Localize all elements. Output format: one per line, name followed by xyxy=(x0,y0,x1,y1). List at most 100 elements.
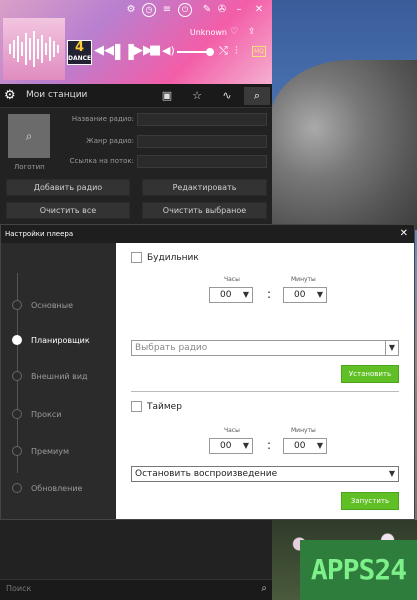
edit-button[interactable]: Редактировать xyxy=(142,179,267,196)
stream-label: Ссылка на поток: xyxy=(69,157,134,165)
artist-label: Unknown xyxy=(189,28,227,37)
search-input[interactable]: Поиск xyxy=(6,584,31,593)
share-icon[interactable]: ⇪ xyxy=(248,27,256,37)
waveform-tab-icon[interactable]: ∿ xyxy=(214,87,240,105)
start-timer-button[interactable]: Запустить xyxy=(341,492,399,510)
nav-label: Внешний вид xyxy=(31,372,88,381)
nav-label: Прокси xyxy=(31,410,62,419)
rock-image xyxy=(270,60,417,230)
alarm-minutes-value: 00 xyxy=(294,290,306,300)
waveform-icon xyxy=(9,29,59,69)
equalizer-icon[interactable]: ≡ xyxy=(160,3,174,17)
clear-selected-button[interactable]: Очистить выбраное xyxy=(142,202,267,219)
settings-icon[interactable]: ⚙ xyxy=(124,3,138,17)
nav-dot xyxy=(12,483,22,493)
alarm-minutes-select[interactable]: 00 ▼ xyxy=(283,287,327,303)
timer-minutes-value: 00 xyxy=(294,441,306,451)
station-logo: 4 DANCE xyxy=(67,40,92,65)
timer-minutes-select[interactable]: 00 ▼ xyxy=(283,438,327,454)
mixer-icon[interactable]: ⫶ xyxy=(235,43,238,59)
timer-hours-value: 00 xyxy=(220,441,232,451)
section-divider xyxy=(131,391,399,392)
radio-name-input[interactable] xyxy=(137,113,267,126)
logo-placeholder[interactable]: ⌕ xyxy=(8,114,50,158)
chevron-down-icon: ▼ xyxy=(242,441,249,450)
search-icon[interactable]: ⌕ xyxy=(261,583,267,594)
scheduler-panel: Будильник Часы Минуты 00 ▼ : 00 ▼ Выбрать … xyxy=(116,243,414,519)
nav-item-general[interactable]: Основные xyxy=(1,293,116,319)
alarm-hours-select[interactable]: 00 ▼ xyxy=(209,287,253,303)
time-colon: : xyxy=(267,287,272,301)
set-alarm-button[interactable]: Установить xyxy=(341,365,399,383)
alarm-checkbox[interactable] xyxy=(131,252,142,263)
dialog-title: Настройки плеера xyxy=(5,230,74,238)
nav-item-update[interactable]: Обновление xyxy=(1,476,116,502)
album-art xyxy=(3,18,65,80)
timer-hours-select[interactable]: 00 ▼ xyxy=(209,438,253,454)
shuffle-icon[interactable]: ⤭ xyxy=(219,43,228,59)
logo-label: Логотип xyxy=(14,163,45,171)
add-radio-button[interactable]: Добавить радио xyxy=(6,179,130,196)
genre-label: Жанр радио: xyxy=(86,137,134,145)
timer-checkbox[interactable] xyxy=(131,401,142,412)
player-tabs: ⚙ Мои станции ▣ ☆ ∿ ⌕ xyxy=(0,84,272,108)
player-header: 4 DANCE ⚙ ◷ ≡ ⏻ ✎ ✇ – ✕ Unknown ♡ ⇪ ◀◀ ❚❚… xyxy=(0,0,272,84)
timer-label: Таймер xyxy=(147,402,182,412)
close-icon[interactable]: ✕ xyxy=(252,3,266,17)
search-bar[interactable]: Поиск ⌕ xyxy=(0,579,272,600)
stop-icon[interactable]: ■ xyxy=(149,43,161,59)
chevron-down-icon: ▼ xyxy=(242,290,249,299)
nav-label: Обновление xyxy=(31,484,83,493)
settings-dialog: Настройки плеера ✕ Основные Планировщик … xyxy=(0,224,415,520)
stream-input[interactable] xyxy=(137,155,267,168)
nav-label: Основные xyxy=(31,301,74,310)
alarm-label: Будильник xyxy=(147,253,199,263)
time-colon: : xyxy=(267,438,272,452)
timer-action-value: Остановить воспроизведение xyxy=(135,469,278,479)
close-icon[interactable]: ✕ xyxy=(400,225,408,243)
minimize-icon[interactable]: – xyxy=(232,3,246,17)
volume-slider[interactable] xyxy=(177,48,214,56)
volume-knob[interactable] xyxy=(206,48,214,56)
alarm-minutes-label: Минуты xyxy=(291,276,316,283)
chevron-down-icon: ▼ xyxy=(384,341,395,355)
genre-input[interactable] xyxy=(137,135,267,148)
search-tab-icon[interactable]: ⌕ xyxy=(244,87,270,105)
timer-hours-label: Часы xyxy=(224,427,240,434)
power-icon[interactable]: ⏻ xyxy=(178,3,192,17)
nav-label: Планировщик xyxy=(31,336,90,345)
chevron-down-icon: ▼ xyxy=(388,469,395,478)
watermark-logo: APPS24 xyxy=(300,540,417,600)
tab-title: Мои станции xyxy=(26,90,88,100)
search-icon: ⌕ xyxy=(25,129,33,143)
nav-item-premium[interactable]: Премиум xyxy=(1,439,116,465)
volume-icon[interactable]: ◀) xyxy=(162,43,175,59)
nav-label: Премиум xyxy=(31,447,70,456)
favorites-tab-icon[interactable]: ☆ xyxy=(184,87,210,105)
nav-dot xyxy=(12,446,22,456)
chevron-down-icon: ▼ xyxy=(316,290,323,299)
clear-all-button[interactable]: Очистить все xyxy=(6,202,130,219)
menu-gear-icon[interactable]: ⚙ xyxy=(4,88,16,103)
alarm-hours-label: Часы xyxy=(224,276,240,283)
pin-icon[interactable]: ✇ xyxy=(215,3,229,17)
settings-nav: Основные Планировщик Внешний вид Прокси … xyxy=(1,243,116,519)
clock-icon[interactable]: ◷ xyxy=(142,3,156,17)
wrench-icon[interactable]: ✎ xyxy=(200,3,214,17)
timer-action-select[interactable]: Остановить воспроизведение ▼ xyxy=(131,466,399,482)
nav-item-proxy[interactable]: Прокси xyxy=(1,402,116,428)
alarm-hours-value: 00 xyxy=(220,290,232,300)
chevron-down-icon: ▼ xyxy=(316,441,323,450)
nav-item-appearance[interactable]: Внешний вид xyxy=(1,364,116,390)
radio-tab-icon[interactable]: ▣ xyxy=(154,87,180,105)
nav-item-scheduler[interactable]: Планировщик xyxy=(1,328,116,354)
quality-badge[interactable]: MQ xyxy=(252,46,266,57)
heart-icon[interactable]: ♡ xyxy=(230,27,238,37)
nav-dot xyxy=(12,300,22,310)
nav-dot xyxy=(12,409,22,419)
alarm-radio-placeholder: Выбрать радио xyxy=(135,343,208,353)
dialog-titlebar: Настройки плеера ✕ xyxy=(1,225,414,243)
radio-name-label: Название радио: xyxy=(71,115,134,123)
alarm-radio-select[interactable]: Выбрать радио ▼ xyxy=(131,340,399,356)
timer-minutes-label: Минуты xyxy=(291,427,316,434)
